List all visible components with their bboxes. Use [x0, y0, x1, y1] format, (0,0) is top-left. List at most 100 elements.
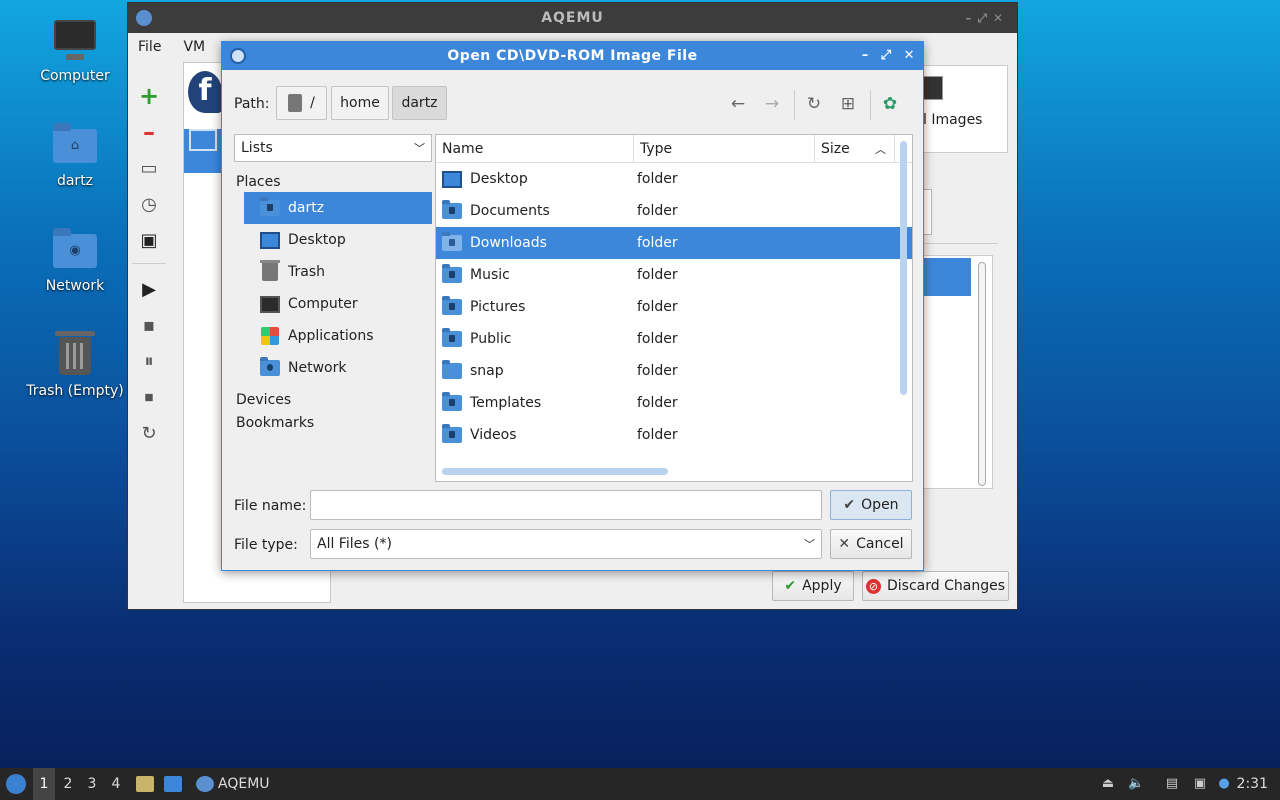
desktop-icon-trash[interactable]: Trash (Empty) — [20, 331, 130, 399]
apply-button[interactable]: ✔ Apply — [772, 571, 854, 601]
save-state-icon[interactable]: ▪ — [136, 312, 162, 338]
play-icon[interactable]: ▶ — [136, 276, 162, 302]
dialog-titlebar[interactable]: Open CD\DVD-ROM Image File – ⤢ ✕ — [222, 42, 923, 70]
column-name[interactable]: Name — [436, 135, 634, 162]
file-manager-icon[interactable] — [136, 776, 154, 792]
open-button[interactable]: ✔ Open — [830, 490, 912, 520]
pause-icon[interactable]: ⏸ — [136, 348, 162, 374]
discard-changes-button[interactable]: ⊘ Discard Changes — [862, 571, 1009, 601]
file-list[interactable]: Name Type Size ︿ Desktop folder Document… — [435, 134, 913, 482]
desktop-icon-label: Trash (Empty) — [26, 383, 124, 399]
crumb-label: dartz — [401, 95, 438, 111]
stop-icon[interactable]: ⏹ — [136, 384, 162, 410]
drive-icon[interactable]: ▭ — [136, 155, 162, 181]
aqemu-task-icon[interactable] — [196, 776, 214, 792]
maximize-icon[interactable]: ⤢ — [881, 42, 892, 70]
cancel-label: Cancel — [856, 536, 904, 552]
file-row[interactable]: Desktop folder — [436, 163, 912, 195]
file-row[interactable]: Videos folder — [436, 419, 912, 451]
file-row[interactable]: Templates folder — [436, 387, 912, 419]
forward-arrow-icon[interactable]: → — [762, 94, 782, 114]
crumb-home[interactable]: home — [331, 86, 389, 120]
new-folder-icon[interactable]: ⊞ — [838, 94, 858, 114]
place-network[interactable]: Network — [244, 352, 432, 384]
file-type: folder — [637, 395, 678, 411]
crumb-dartz[interactable]: dartz — [392, 86, 447, 120]
places-view-select[interactable]: Lists ﹀ — [234, 134, 432, 162]
window-title: AQEMU — [541, 10, 604, 26]
device-list-selected-row[interactable] — [919, 258, 971, 296]
notification-icon[interactable]: ● — [1216, 776, 1232, 792]
start-menu-icon[interactable] — [6, 774, 26, 794]
settings-gear-icon[interactable]: ✿ — [880, 94, 900, 114]
place-applications[interactable]: Applications — [244, 320, 432, 352]
network-icon[interactable]: ▣ — [1192, 776, 1208, 792]
menu-file[interactable]: File — [138, 39, 161, 55]
device-list[interactable] — [918, 255, 993, 489]
delete-vm-icon[interactable]: – — [136, 118, 162, 146]
terminal-icon[interactable]: ▣ — [136, 227, 162, 253]
eject-icon[interactable]: ⏏ — [1100, 776, 1116, 792]
desktop-icon-home[interactable]: ⌂ dartz — [20, 121, 130, 189]
group-devices[interactable]: Devices — [234, 392, 432, 410]
workspace-3[interactable]: 3 — [81, 768, 103, 800]
column-type[interactable]: Type — [634, 135, 815, 162]
aqemu-titlebar[interactable]: AQEMU –⤢✕ — [128, 3, 1017, 33]
show-desktop-icon[interactable] — [164, 776, 182, 792]
file-row[interactable]: Documents folder — [436, 195, 912, 227]
group-places[interactable]: Places — [234, 174, 432, 192]
cancel-button[interactable]: ✕ Cancel — [830, 529, 912, 559]
place-dartz[interactable]: dartz — [244, 192, 432, 224]
file-type-select[interactable]: All Files (*) ﹀ — [310, 529, 822, 559]
aqemu-task-label[interactable]: AQEMU — [218, 768, 270, 800]
computer-icon — [51, 16, 99, 64]
reload-icon[interactable]: ↻ — [804, 94, 824, 114]
desktop-icon-computer[interactable]: Computer — [20, 16, 130, 84]
file-row[interactable]: Pictures folder — [436, 291, 912, 323]
workspace-4[interactable]: 4 — [105, 768, 127, 800]
menu-vm[interactable]: VM — [183, 39, 205, 55]
dialog-window-controls: – ⤢ ✕ — [862, 42, 915, 70]
file-name-label: File name: — [234, 498, 307, 514]
file-name: Public — [470, 331, 512, 347]
file-type: folder — [637, 171, 678, 187]
place-trash[interactable]: Trash — [244, 256, 432, 288]
trash-icon — [51, 331, 99, 379]
apply-label: Apply — [802, 578, 842, 594]
chip-icon — [923, 76, 943, 100]
clipboard-icon[interactable]: ▤ — [1164, 776, 1180, 792]
group-bookmarks[interactable]: Bookmarks — [234, 415, 432, 433]
close-icon[interactable]: ✕ — [993, 11, 1009, 25]
minimize-icon[interactable]: – — [965, 11, 977, 25]
file-row-selected[interactable]: Downloads folder — [436, 227, 912, 259]
crumb-root[interactable]: / — [276, 86, 327, 120]
place-desktop[interactable]: Desktop — [244, 224, 432, 256]
desktop-icon-network[interactable]: ◉ Network — [20, 226, 130, 294]
file-row[interactable]: snap folder — [436, 355, 912, 387]
add-vm-icon[interactable]: + — [136, 82, 162, 110]
horizontal-scrollbar[interactable] — [442, 468, 668, 475]
device-list-scrollbar[interactable] — [978, 262, 986, 486]
place-computer[interactable]: Computer — [244, 288, 432, 320]
volume-icon[interactable]: 🔈 — [1128, 776, 1144, 792]
file-name-input[interactable] — [310, 490, 822, 520]
file-row[interactable]: Public folder — [436, 323, 912, 355]
vm-list-item[interactable] — [184, 129, 222, 173]
videos-folder-icon — [442, 424, 462, 443]
media-panel[interactable]: l Images — [918, 65, 1008, 153]
maximize-icon[interactable]: ⤢ — [977, 11, 993, 25]
window-controls: –⤢✕ — [965, 3, 1009, 33]
close-icon[interactable]: ✕ — [904, 42, 915, 70]
file-type: folder — [637, 299, 678, 315]
file-row[interactable]: Music folder — [436, 259, 912, 291]
column-size[interactable]: Size ︿ — [815, 135, 895, 162]
back-arrow-icon[interactable]: ← — [728, 94, 748, 114]
reset-icon[interactable]: ↻ — [136, 420, 162, 446]
workspace-2[interactable]: 2 — [57, 768, 79, 800]
places-panel: Lists ﹀ Places dartz Desktop Trash Compu… — [234, 134, 432, 480]
vertical-scrollbar[interactable] — [900, 141, 907, 395]
discard-label: Discard Changes — [887, 578, 1005, 594]
clock-icon[interactable]: ◷ — [136, 191, 162, 217]
workspace-1[interactable]: 1 — [33, 768, 55, 800]
minimize-icon[interactable]: – — [862, 42, 869, 70]
